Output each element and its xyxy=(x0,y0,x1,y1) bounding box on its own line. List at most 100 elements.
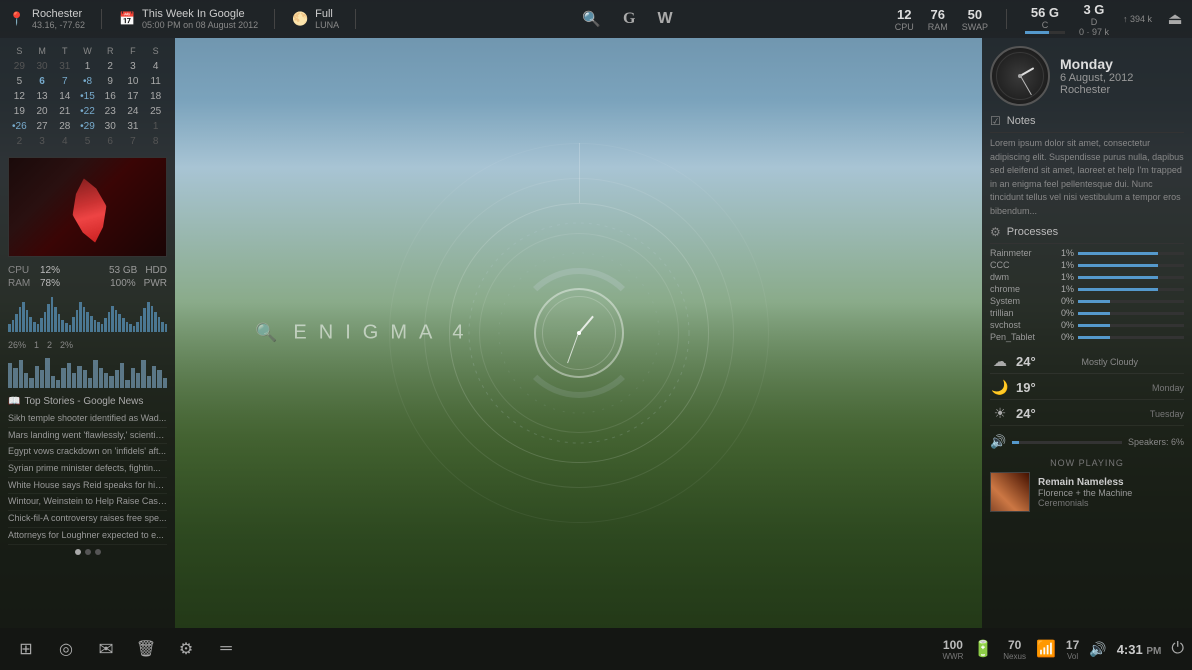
cal-day[interactable]: 3 xyxy=(31,134,54,149)
proc-name: chrome xyxy=(990,284,1048,294)
news-item[interactable]: Syrian prime minister defects, fightin..… xyxy=(8,461,167,478)
taskbar-btn-6[interactable]: ═ xyxy=(208,631,244,667)
cal-day[interactable]: 8 xyxy=(144,134,167,149)
search-button[interactable]: 🔍 xyxy=(578,6,605,32)
cal-day[interactable]: 11 xyxy=(144,74,167,89)
cal-day[interactable]: •26 xyxy=(8,119,31,134)
cal-day[interactable]: 12 xyxy=(8,89,31,104)
left-panel: S M T W R F S 29 30 31 1 2 3 4 5 6 7 •8 … xyxy=(0,38,175,628)
album-art xyxy=(990,472,1030,512)
proc-pct: 0% xyxy=(1052,308,1074,318)
news-item[interactable]: Wintour, Weinstein to Help Raise Cash... xyxy=(8,494,167,511)
proc-pct: 1% xyxy=(1052,272,1074,282)
weather-temp: 24° xyxy=(1016,406,1046,421)
news-title: Top Stories - Google News xyxy=(24,396,143,407)
cal-day[interactable]: 27 xyxy=(31,119,54,134)
carousel-dot-1[interactable] xyxy=(75,549,81,555)
weather-temp: 19° xyxy=(1016,380,1046,395)
cal-day[interactable]: 9 xyxy=(99,74,122,89)
cal-day[interactable]: 18 xyxy=(144,89,167,104)
cal-day[interactable]: 30 xyxy=(31,59,54,74)
cal-hdr-mon: M xyxy=(31,46,54,56)
analog-clock xyxy=(990,46,1050,106)
cpu-value: 12 xyxy=(897,7,911,22)
notes-title: Notes xyxy=(1007,115,1036,127)
cal-day[interactable]: 31 xyxy=(122,119,145,134)
ram-value: 76 xyxy=(931,7,945,22)
taskbar-btn-5[interactable]: ⚙ xyxy=(168,631,204,667)
volume-bar[interactable] xyxy=(1012,441,1122,444)
now-playing-widget: Now Playing Remain Nameless Florence + t… xyxy=(990,458,1184,512)
cal-day[interactable]: 7 xyxy=(122,134,145,149)
taskbar-btn-4[interactable]: 🗑 xyxy=(128,631,164,667)
proc-name: trillian xyxy=(990,308,1048,318)
cal-day[interactable]: 23 xyxy=(99,104,122,119)
taskbar-btn-3[interactable]: ✉ xyxy=(88,631,124,667)
cal-day[interactable]: 13 xyxy=(31,89,54,104)
proc-pct: 0% xyxy=(1052,296,1074,306)
cal-day[interactable]: •22 xyxy=(76,104,99,119)
cal-day[interactable]: 14 xyxy=(53,89,76,104)
proc-bar-fill xyxy=(1078,312,1110,315)
taskbar-power-icon[interactable]: ⏻ xyxy=(1171,640,1184,658)
news-item[interactable]: Sikh temple shooter identified as Wad... xyxy=(8,411,167,428)
pwr-stat-label: PWR xyxy=(144,278,167,289)
cal-day[interactable]: 24 xyxy=(122,104,145,119)
cal-day[interactable]: 5 xyxy=(76,134,99,149)
news-item[interactable]: White House says Reid speaks for him... xyxy=(8,478,167,495)
volume-icon: 🔊 xyxy=(990,434,1006,450)
cal-day[interactable]: 5 xyxy=(8,74,31,89)
cal-day[interactable]: 19 xyxy=(8,104,31,119)
cal-day[interactable]: 1 xyxy=(76,59,99,74)
carousel-dot-2[interactable] xyxy=(85,549,91,555)
proc-name: svchost xyxy=(990,320,1048,330)
news-widget: 📖 Top Stories - Google News Sikh temple … xyxy=(8,396,167,620)
cal-day[interactable]: •8 xyxy=(76,74,99,89)
google-button[interactable]: G xyxy=(619,6,639,32)
divider-metrics xyxy=(1006,9,1007,29)
taskbar-icon-6: ═ xyxy=(220,640,231,658)
taskbar-btn-2[interactable]: ◎ xyxy=(48,631,84,667)
cal-day-today[interactable]: 6 xyxy=(31,74,54,89)
wikipedia-button[interactable]: W xyxy=(653,6,676,32)
vol-num1: 1 xyxy=(34,340,39,350)
cal-day[interactable]: •29 xyxy=(76,119,99,134)
cal-day[interactable]: 21 xyxy=(53,104,76,119)
start-button[interactable]: ⊞ xyxy=(8,631,44,667)
cal-day[interactable]: 10 xyxy=(122,74,145,89)
cal-day[interactable]: 29 xyxy=(8,59,31,74)
news-item[interactable]: Chick-fil-A controversy raises free spe.… xyxy=(8,511,167,528)
news-item[interactable]: Mars landing went 'flawlessly,' scientis… xyxy=(8,428,167,445)
processes-icon: ⚙ xyxy=(990,225,1001,239)
eject-icon[interactable]: ⏏ xyxy=(1166,10,1184,28)
processes-widget: ⚙ Processes Rainmeter 1% CCC 1% dwm 1% c… xyxy=(990,225,1184,342)
cal-day[interactable]: 31 xyxy=(53,59,76,74)
cal-day[interactable]: 16 xyxy=(99,89,122,104)
cal-day[interactable]: 4 xyxy=(144,59,167,74)
cal-day[interactable]: 3 xyxy=(122,59,145,74)
calendar-event-section: 📅 This Week In Google 05:00 PM on 08 Aug… xyxy=(118,8,258,30)
news-item[interactable]: Attorneys for Loughner expected to e... xyxy=(8,528,167,545)
cal-day[interactable]: 6 xyxy=(99,134,122,149)
carousel-dot-3[interactable] xyxy=(95,549,101,555)
news-item[interactable]: Egypt vows crackdown on 'infidels' aft..… xyxy=(8,444,167,461)
cal-day[interactable]: 20 xyxy=(31,104,54,119)
cal-day[interactable]: 2 xyxy=(99,59,122,74)
moon-icon: 🌕 xyxy=(291,10,309,28)
lock-icon: 🔍 xyxy=(255,323,285,344)
proc-pct: 0% xyxy=(1052,332,1074,342)
cal-day[interactable]: 4 xyxy=(53,134,76,149)
moon-info: Full LUNA xyxy=(315,8,339,30)
cal-day[interactable]: 7 xyxy=(53,74,76,89)
cal-day[interactable]: 30 xyxy=(99,119,122,134)
cal-day[interactable]: 25 xyxy=(144,104,167,119)
nexus-metric: 70 Nexus xyxy=(1003,638,1026,661)
cal-day[interactable]: 2 xyxy=(8,134,31,149)
cal-day[interactable]: 1 xyxy=(144,119,167,134)
wwr-value: 100 xyxy=(943,638,963,652)
cal-day[interactable]: 17 xyxy=(122,89,145,104)
calendar-days: 29 30 31 1 2 3 4 5 6 7 •8 9 10 11 12 13 … xyxy=(8,59,167,149)
cal-day[interactable]: •15 xyxy=(76,89,99,104)
cal-day[interactable]: 28 xyxy=(53,119,76,134)
net-label: D xyxy=(1091,17,1098,27)
